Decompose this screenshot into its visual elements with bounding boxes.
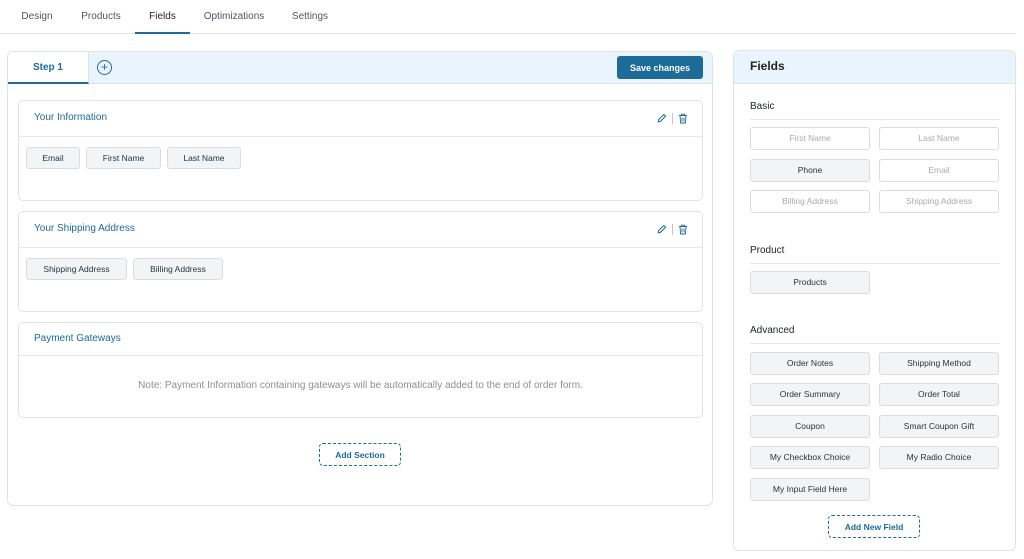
field-order-summary[interactable]: Order Summary (750, 383, 870, 406)
field-products[interactable]: Products (750, 271, 870, 294)
action-separator (672, 223, 673, 235)
field-shipping-method[interactable]: Shipping Method (879, 352, 999, 375)
field-coupon[interactable]: Coupon (750, 415, 870, 438)
steps-bar: Step 1 + Save changes (8, 52, 712, 84)
top-tabs: Design Products Fields Optimizations Set… (0, 0, 1016, 34)
tab-optimizations[interactable]: Optimizations (199, 0, 269, 34)
group-title-product: Product (750, 245, 1000, 264)
field-last-name[interactable]: Last Name (879, 127, 999, 150)
tab-products[interactable]: Products (74, 0, 128, 34)
section-header: Your Shipping Address (19, 212, 702, 248)
add-new-field-button[interactable]: Add New Field (828, 515, 920, 538)
field-chip-shipping-address[interactable]: Shipping Address (26, 258, 127, 280)
field-billing-address[interactable]: Billing Address (750, 190, 870, 213)
trash-icon[interactable] (678, 113, 688, 124)
payment-note: Note: Payment Information containing gat… (138, 380, 583, 391)
tab-design[interactable]: Design (12, 0, 62, 34)
section-title: Your Shipping Address (34, 223, 135, 234)
add-step-icon[interactable]: + (97, 60, 112, 75)
pencil-icon[interactable] (657, 113, 667, 123)
save-changes-button[interactable]: Save changes (617, 56, 703, 79)
add-section-button[interactable]: Add Section (319, 443, 401, 466)
field-chip-last-name[interactable]: Last Name (167, 147, 241, 169)
field-smart-coupon-gift[interactable]: Smart Coupon Gift (879, 415, 999, 438)
field-order-total[interactable]: Order Total (879, 383, 999, 406)
section-actions (657, 223, 688, 235)
section-actions (657, 112, 688, 124)
fields-panel-title: Fields (750, 59, 785, 73)
trash-icon[interactable] (678, 224, 688, 235)
fields-panel: Fields Basic First Name Last Name Phone … (733, 50, 1016, 551)
field-chip-email[interactable]: Email (26, 147, 80, 169)
field-chip-billing-address[interactable]: Billing Address (133, 258, 223, 280)
field-email[interactable]: Email (879, 159, 999, 182)
form-builder-panel: Step 1 + Save changes Your Information E… (7, 51, 713, 506)
field-first-name[interactable]: First Name (750, 127, 870, 150)
action-separator (672, 112, 673, 124)
group-title-basic: Basic (750, 101, 1000, 120)
tab-fields[interactable]: Fields (135, 0, 190, 34)
group-title-advanced: Advanced (750, 325, 1000, 344)
fields-panel-header: Fields (734, 51, 1015, 84)
section-your-information: Your Information Email First Name Last N… (18, 100, 703, 201)
field-shipping-address[interactable]: Shipping Address (879, 190, 999, 213)
section-header: Your Information (19, 101, 702, 137)
section-title: Your Information (34, 112, 108, 123)
field-my-input-field-here[interactable]: My Input Field Here (750, 478, 870, 501)
section-title: Payment Gateways (34, 333, 121, 344)
field-order-notes[interactable]: Order Notes (750, 352, 870, 375)
section-your-shipping-address: Your Shipping Address Shipping Address B… (18, 211, 703, 312)
step-tab-1[interactable]: Step 1 (8, 52, 89, 84)
field-phone[interactable]: Phone (750, 159, 870, 182)
field-my-radio-choice[interactable]: My Radio Choice (879, 446, 999, 469)
section-payment-gateways: Payment Gateways Note: Payment Informati… (18, 322, 703, 418)
section-header: Payment Gateways (19, 323, 702, 356)
pencil-icon[interactable] (657, 224, 667, 234)
tab-settings[interactable]: Settings (283, 0, 337, 34)
field-my-checkbox-choice[interactable]: My Checkbox Choice (750, 446, 870, 469)
field-chip-first-name[interactable]: First Name (86, 147, 161, 169)
